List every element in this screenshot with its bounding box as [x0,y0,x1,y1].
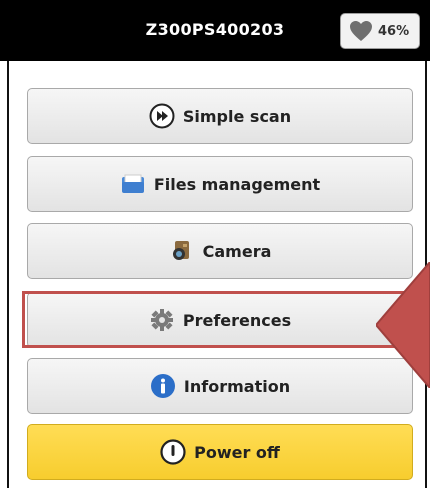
left-border [7,61,9,488]
folder-icon [121,174,144,193]
battery-status: 46% [340,13,420,49]
files-management-label: Files management [153,174,321,194]
battery-percent: 46% [378,24,410,39]
power-off-button[interactable]: Power off [27,424,413,480]
play-icon [149,103,175,129]
camera-button[interactable]: Camera [27,223,413,279]
simple-scan-button[interactable]: Simple scan [27,88,413,144]
information-label: Information [183,376,291,396]
camera-label: Camera [202,241,272,261]
power-icon [160,439,186,465]
battery-heart-icon [350,21,372,41]
device-name: Z300PS400203 [145,20,285,39]
information-button[interactable]: Information [27,358,413,414]
simple-scan-label: Simple scan [182,106,292,126]
camera-icon [172,241,189,260]
app-screen: Z300PS400203 46% Simple scan Files manag… [0,0,430,488]
info-icon [150,374,175,398]
callout-arrow [376,262,430,388]
files-management-button[interactable]: Files management [27,156,413,212]
power-off-label: Power off [194,442,280,462]
top-bar: Z300PS400203 46% [0,0,430,61]
preferences-highlight-box [22,291,424,348]
